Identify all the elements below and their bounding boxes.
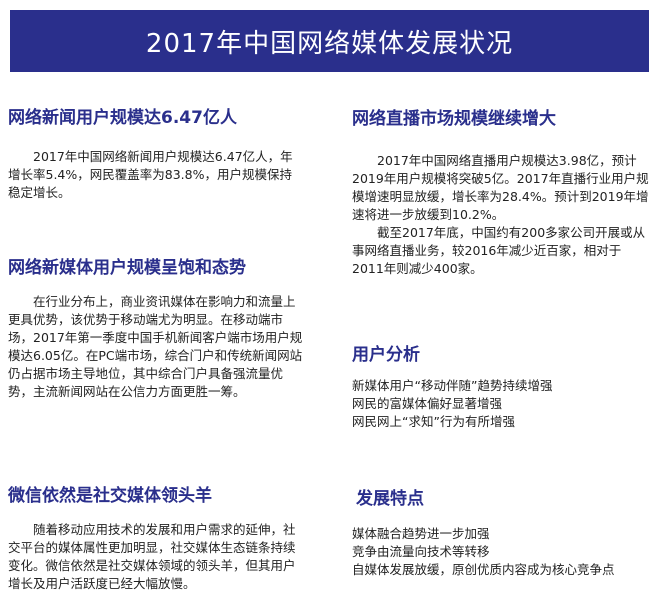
section-heading-wechat: 微信依然是社交媒体领头羊 (8, 486, 212, 506)
list-item: 新媒体用户“移动伴随”趋势持续增强 (352, 378, 553, 393)
section-body-new-media: 在行业分布上，商业资讯媒体在影响力和流量上更具优势，该优势于移动端尤为明显。在移… (8, 294, 303, 399)
section-heading-features: 发展特点 (356, 489, 424, 509)
list-item: 竞争由流量向技术等转移 (352, 544, 490, 559)
list-item: 媒体融合趋势进一步加强 (352, 526, 490, 541)
section-heading-user-analysis: 用户分析 (352, 345, 420, 365)
section-heading-live-streaming: 网络直播市场规模继续增大 (352, 109, 556, 129)
list-item: 网民的富媒体偏好显著增强 (352, 396, 503, 411)
page-title-banner: 2017年中国网络媒体发展状况 (10, 10, 649, 72)
section-heading-new-media: 网络新媒体用户规模呈饱和态势 (8, 258, 246, 278)
list-item: 网民网上“求知”行为有所增强 (352, 414, 515, 429)
user-analysis-list: 新媒体用户“移动伴随”趋势持续增强 网民的富媒体偏好显著增强 网民网上“求知”行… (352, 377, 652, 431)
page-title: 2017年中国网络媒体发展状况 (145, 28, 514, 59)
list-item: 自媒体发展放缓，原创优质内容成为核心竞争点 (352, 562, 615, 577)
section-body-live-streaming: 2017年中国网络直播用户规模达3.98亿，预计2019年用户规模将突破5亿。2… (352, 153, 649, 276)
section-body-wechat: 随着移动应用技术的发展和用户需求的延伸，社交平台的媒体属性更加明显，社交媒体生态… (8, 522, 296, 591)
section-heading-news-users: 网络新闻用户规模达6.47亿人 (8, 108, 237, 128)
features-list: 媒体融合趋势进一步加强 竞争由流量向技术等转移 自媒体发展放缓，原创优质内容成为… (352, 525, 652, 579)
section-body-news-users: 2017年中国网络新闻用户规模达6.47亿人，年增长率5.4%，网民覆盖率为83… (8, 149, 293, 200)
